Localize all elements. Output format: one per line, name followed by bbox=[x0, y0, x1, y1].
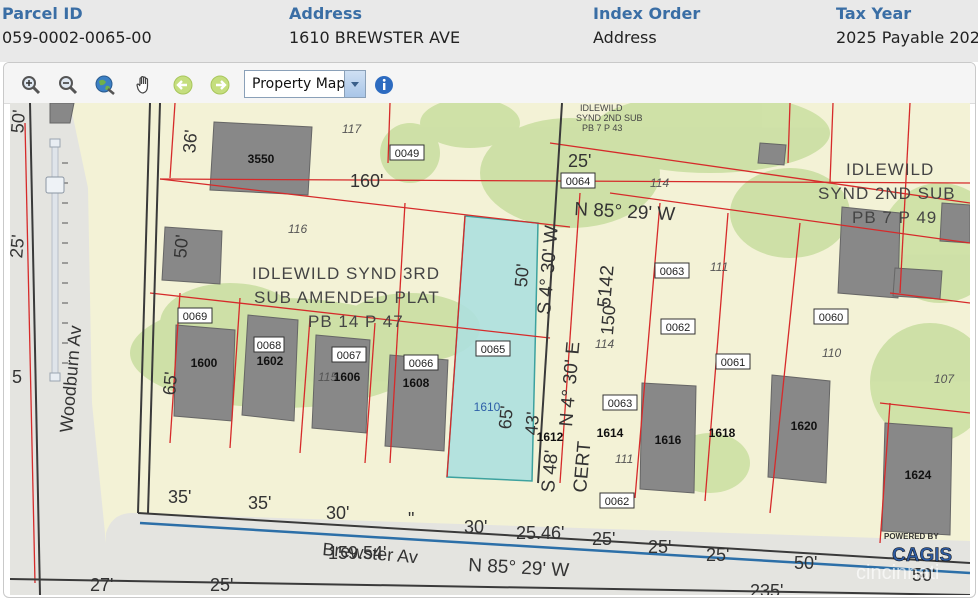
address-label: Address bbox=[289, 4, 363, 23]
dimension-label: 25' bbox=[210, 575, 233, 595]
parcel-number: 0060 bbox=[819, 312, 843, 324]
subdivision-label: PB 7 P 49 bbox=[852, 208, 937, 227]
zoom-slider-handle[interactable] bbox=[45, 176, 65, 194]
parcel-number: 0063 bbox=[660, 266, 684, 278]
globe-icon[interactable] bbox=[94, 74, 116, 96]
subdivision-label: IDLEWILD SYND 3RD bbox=[252, 264, 440, 283]
lot-label: 111 bbox=[615, 452, 633, 466]
dimension-label: 50' bbox=[10, 109, 29, 134]
dimension-label: 25' bbox=[10, 234, 28, 259]
subdivision-label: SUB AMENDED PLAT bbox=[254, 288, 440, 307]
chevron-down-icon[interactable] bbox=[344, 71, 365, 97]
building-number: 1620 bbox=[791, 419, 818, 433]
dimension-label: 35' bbox=[248, 493, 271, 513]
dimension-label: 25' bbox=[706, 545, 729, 565]
watermark: cincinnati bbox=[856, 562, 939, 584]
dimension-label: 30' bbox=[464, 517, 487, 537]
dimension-label: 35' bbox=[168, 487, 191, 507]
dimension-label: 43' bbox=[521, 411, 543, 436]
subdivision-label: PB 7 P 43 bbox=[582, 123, 622, 133]
dimension-label: 160' bbox=[350, 171, 383, 191]
dimension-label: 25' bbox=[592, 529, 615, 549]
subdivision-label: SYND 2ND SUB bbox=[576, 113, 643, 123]
tax-year-value: 2025 Payable 2026 bbox=[836, 28, 978, 47]
dimension-label: 50' bbox=[170, 234, 192, 259]
subdivision-label: PB 14 P 47 bbox=[308, 312, 404, 331]
address-value: 1610 BREWSTER AVE bbox=[289, 28, 461, 47]
parcel-id-label: Parcel ID bbox=[2, 4, 83, 23]
dimension-label: 5 bbox=[12, 367, 22, 387]
lot-label: 111 bbox=[710, 260, 728, 274]
building-number: 3550 bbox=[248, 152, 275, 166]
parcel-id-value: 059-0002-0065-00 bbox=[2, 28, 152, 47]
map-panel: Property Map 117 116 115 114 114 111 111… bbox=[3, 62, 976, 598]
index-order-column: Index Order Address bbox=[593, 4, 700, 48]
building-number: 1616 bbox=[655, 433, 682, 447]
property-map[interactable]: 117 116 115 114 114 111 111 110 107 IDLE… bbox=[10, 103, 970, 595]
tax-year-column: Tax Year 2025 Payable 2026 bbox=[836, 4, 978, 48]
tax-year-label: Tax Year bbox=[836, 4, 912, 23]
cert-label: CERT bbox=[570, 440, 595, 493]
index-order-label: Index Order bbox=[593, 4, 701, 23]
building-number: 1608 bbox=[403, 376, 430, 390]
parcel-number: 0061 bbox=[721, 357, 745, 369]
lot-label: 110 bbox=[822, 346, 841, 360]
parcel-number: 0067 bbox=[337, 350, 361, 362]
dimension-label: 30' bbox=[326, 503, 349, 523]
dimension-label: 25.46' bbox=[516, 523, 564, 543]
parcel-number: 0066 bbox=[409, 358, 433, 370]
parcel-number: 0063 bbox=[608, 398, 632, 410]
dimension-label: 65' bbox=[159, 371, 181, 396]
building-number: 1618 bbox=[709, 426, 736, 440]
map-type-select[interactable]: Property Map bbox=[244, 70, 366, 98]
dimension-label: 235' bbox=[750, 581, 783, 595]
dimension-label: 36' bbox=[179, 129, 201, 154]
building-number: 1614 bbox=[597, 426, 624, 440]
parcel-number: 0065 bbox=[481, 344, 505, 356]
dimension-label: 27' bbox=[90, 575, 113, 595]
zoom-in-icon[interactable] bbox=[20, 74, 42, 96]
index-order-value: Address bbox=[593, 28, 657, 47]
subdivision-label: SYND 2ND SUB bbox=[818, 184, 956, 203]
parcel-number: 0069 bbox=[183, 311, 207, 323]
forward-arrow-icon[interactable] bbox=[209, 74, 231, 96]
svg-text:POWERED BY: POWERED BY bbox=[884, 532, 939, 541]
subdivision-label: IDLEWILD bbox=[846, 160, 934, 179]
parcel-number: 0068 bbox=[257, 340, 281, 352]
number-label: 5142 bbox=[594, 264, 619, 308]
parcel-number: 0049 bbox=[395, 148, 419, 160]
dimension-label: 50' bbox=[794, 553, 817, 573]
dimension-label: 25' bbox=[568, 151, 591, 171]
bearing-label: S 48' bbox=[538, 449, 563, 493]
building-number: 1600 bbox=[191, 356, 218, 370]
info-icon[interactable] bbox=[373, 74, 395, 96]
dimension-label: 65' bbox=[495, 405, 517, 430]
dimension-label: 25' bbox=[648, 537, 671, 557]
dimension-label: " bbox=[408, 509, 414, 529]
address-column: Address 1610 BREWSTER AVE bbox=[289, 4, 460, 48]
building-number: 1606 bbox=[334, 370, 361, 384]
back-arrow-icon[interactable] bbox=[172, 74, 194, 96]
parcel-id-column: Parcel ID 059-0002-0065-00 bbox=[2, 4, 152, 48]
map-toolbar: Property Map bbox=[4, 63, 975, 104]
lot-label: 114 bbox=[595, 337, 614, 351]
lot-label: 116 bbox=[288, 222, 307, 236]
subdivision-label: IDLEWILD bbox=[580, 103, 623, 113]
zoom-out-icon[interactable] bbox=[57, 74, 79, 96]
building-number: 1624 bbox=[905, 468, 932, 482]
lot-label: 107 bbox=[934, 372, 955, 386]
building-number: 1602 bbox=[257, 354, 284, 368]
parcel-number: 0062 bbox=[605, 496, 629, 508]
parcel-header: Parcel ID 059-0002-0065-00 Address 1610 … bbox=[0, 0, 978, 62]
parcel-number: 0064 bbox=[566, 176, 590, 188]
lot-label: 114 bbox=[650, 176, 669, 190]
dimension-label: 50' bbox=[511, 263, 533, 288]
lot-label: 117 bbox=[342, 122, 362, 136]
map-type-value: Property Map bbox=[252, 76, 346, 92]
parcel-number: 0062 bbox=[666, 322, 690, 334]
pan-hand-icon[interactable] bbox=[134, 74, 156, 96]
